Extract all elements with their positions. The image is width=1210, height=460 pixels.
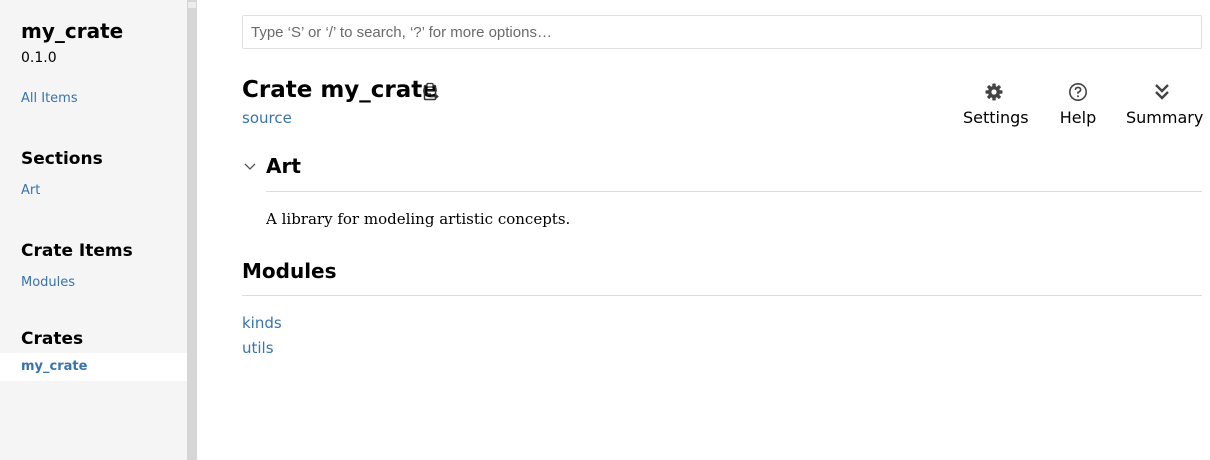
crate-description: A library for modeling artistic concepts…: [266, 210, 571, 228]
section-divider: [242, 295, 1202, 296]
section-art-heading: Art: [266, 154, 301, 178]
summary-button-label: Summary: [1126, 108, 1204, 127]
double-chevron-down-icon: [1126, 82, 1198, 102]
module-link-kinds[interactable]: kinds: [242, 314, 282, 332]
sidebar-item-my-crate-label[interactable]: my_crate: [21, 359, 87, 374]
search-input[interactable]: [242, 15, 1202, 49]
help-button[interactable]: Help: [1057, 82, 1099, 127]
sidebar-sections-heading: Sections: [21, 149, 103, 169]
sidebar-all-items-link[interactable]: All Items: [21, 91, 78, 106]
sidebar-crates-heading: Crates: [21, 329, 84, 349]
sidebar: my_crate 0.1.0 All Items Sections Art Cr…: [0, 0, 187, 460]
sidebar-item-art[interactable]: Art: [21, 183, 40, 198]
sidebar-crate-version: 0.1.0: [21, 50, 57, 66]
page-title: Crate my_crate: [242, 77, 438, 103]
chevron-down-icon[interactable]: [243, 158, 257, 170]
clipboard-icon[interactable]: [422, 82, 440, 102]
settings-button-label: Settings: [963, 108, 1029, 127]
help-button-label: Help: [1059, 108, 1097, 127]
sidebar-resizer-handle[interactable]: [188, 2, 196, 8]
module-link-utils[interactable]: utils: [242, 339, 274, 357]
sidebar-crate-items-heading: Crate Items: [21, 241, 133, 261]
summary-button[interactable]: Summary: [1126, 82, 1204, 127]
question-circle-icon: [1057, 82, 1099, 102]
source-link[interactable]: source: [242, 109, 292, 127]
sidebar-item-current-crate[interactable]: my_crate: [0, 353, 187, 381]
settings-button[interactable]: Settings: [963, 82, 1029, 127]
section-divider: [266, 191, 1202, 192]
sidebar-item-modules[interactable]: Modules: [21, 275, 75, 290]
sidebar-resizer[interactable]: [187, 0, 197, 460]
section-modules-heading: Modules: [242, 259, 337, 283]
sidebar-crate-name[interactable]: my_crate: [21, 19, 123, 43]
gear-icon: [963, 82, 1025, 102]
